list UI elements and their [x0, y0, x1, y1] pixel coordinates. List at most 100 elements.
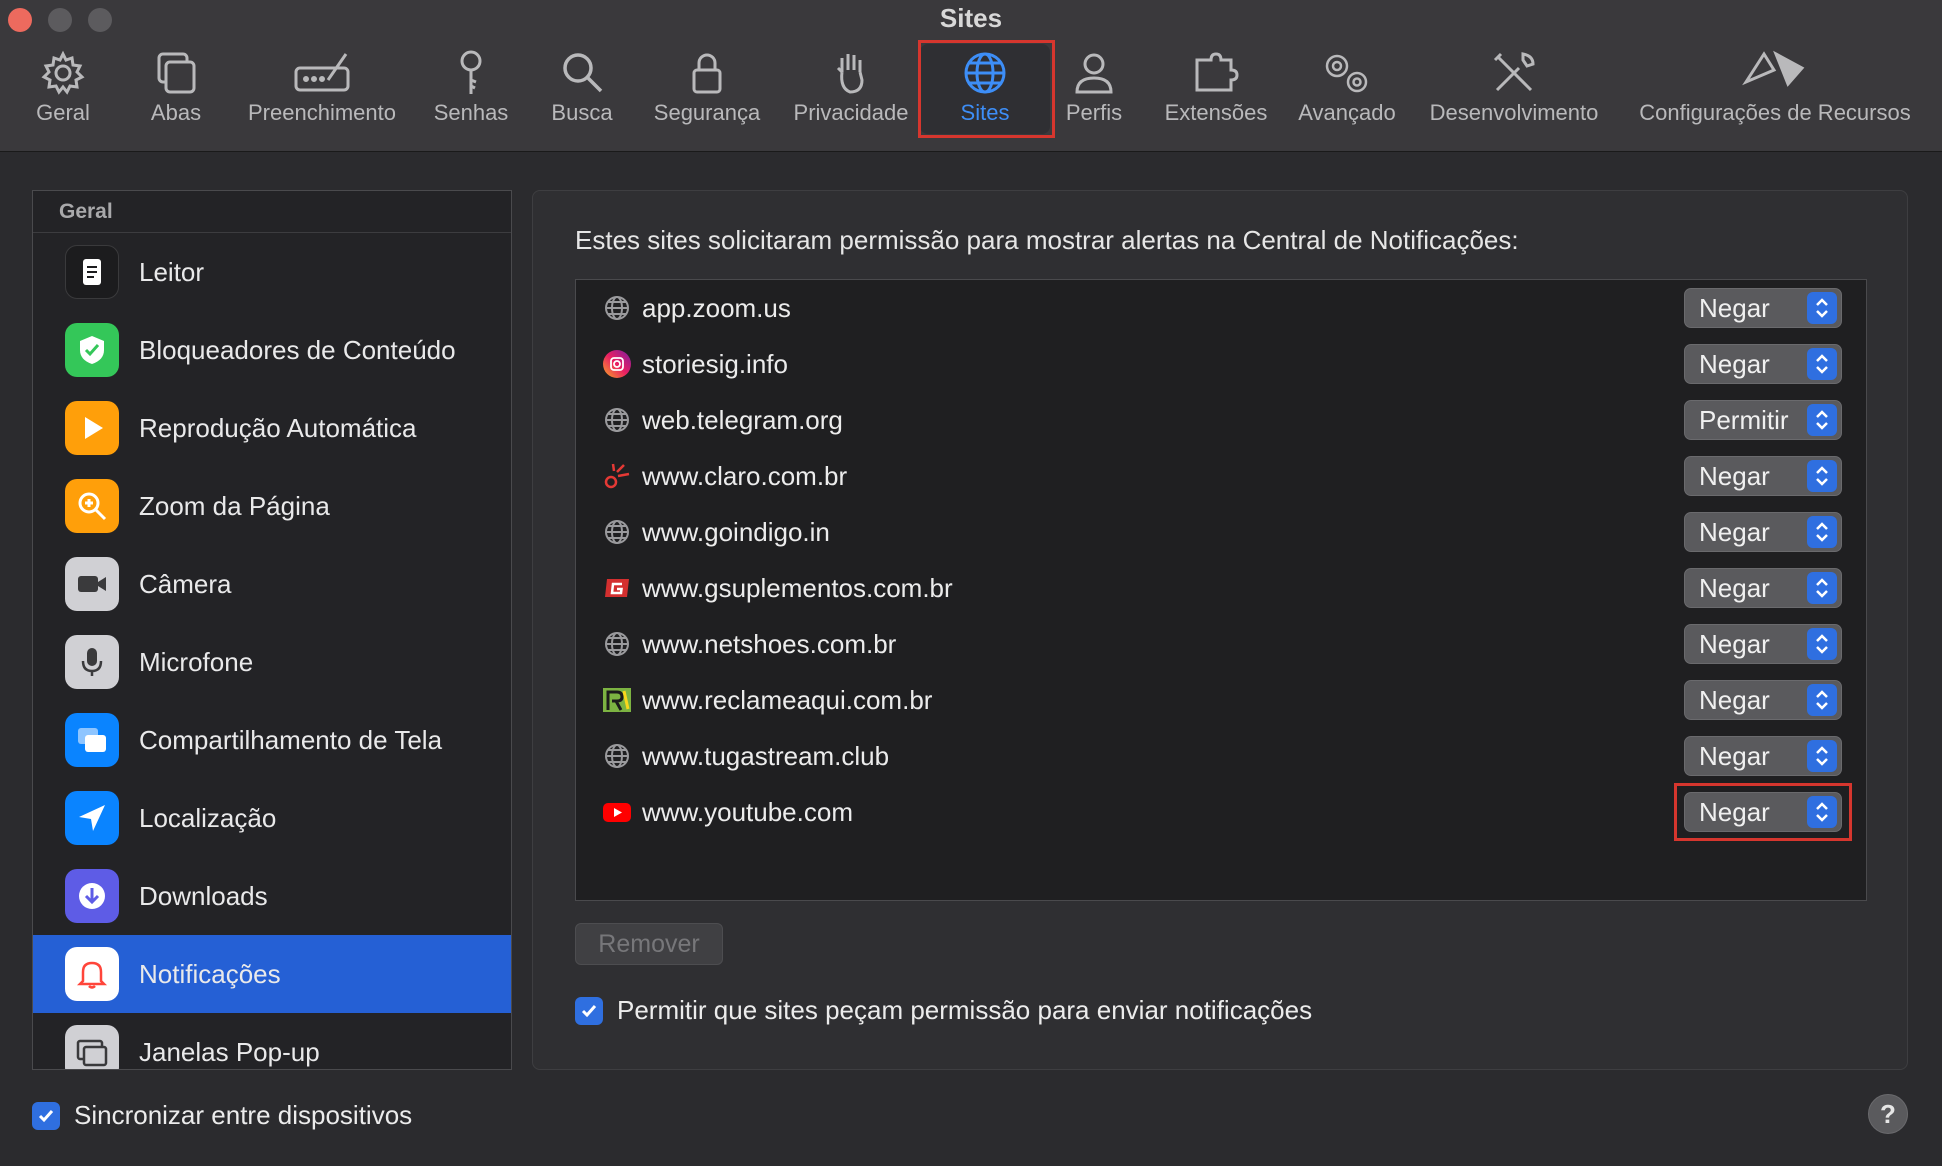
site-row[interactable]: www.claro.com.br Negar	[576, 448, 1866, 504]
key-icon	[460, 50, 482, 94]
sidebar-item-label: Bloqueadores de Conteúdo	[139, 334, 456, 365]
sidebar-item-label: Zoom da Página	[139, 490, 330, 521]
puzzle-icon	[1195, 52, 1239, 92]
tab-label: Geral	[36, 100, 90, 125]
tab-label: Busca	[551, 100, 613, 125]
site-row[interactable]: app.zoom.us Negar	[576, 280, 1866, 336]
sidebar-item-notificacoes[interactable]: Notificações	[33, 935, 511, 1013]
permission-select[interactable]: Negar	[1684, 288, 1842, 328]
sidebar-item-label: Microfone	[139, 646, 254, 677]
site-row[interactable]: web.telegram.org Permitir	[576, 392, 1866, 448]
tab-geral[interactable]: Geral	[22, 48, 104, 132]
permission-select[interactable]: Negar	[1684, 624, 1842, 664]
play-icon	[65, 401, 119, 455]
site-name: www.goindigo.in	[642, 516, 830, 547]
tab-configuracoes-de-recursos[interactable]: Configurações de Recursos	[1630, 48, 1920, 132]
site-row[interactable]: www.goindigo.in Negar	[576, 504, 1866, 560]
remove-button[interactable]: Remover	[575, 923, 723, 965]
sidebar-item-camera[interactable]: Câmera	[33, 545, 511, 623]
permission-select[interactable]: Negar	[1684, 736, 1842, 776]
globe-icon	[602, 405, 632, 435]
site-row[interactable]: www.reclameaqui.com.br Negar	[576, 672, 1866, 728]
permission-value: Negar	[1699, 628, 1770, 659]
shield-check-icon	[65, 323, 119, 377]
youtube-icon	[602, 797, 632, 827]
sidebar-item-label: Localização	[139, 802, 277, 833]
download-icon	[65, 869, 119, 923]
youtube-permission-highlight	[1674, 783, 1852, 841]
permission-select[interactable]: Negar	[1684, 568, 1842, 608]
site-name: web.telegram.org	[642, 404, 843, 435]
flags-icon	[1742, 50, 1805, 87]
allow-requests-label: Permitir que sites peçam permissão para …	[617, 995, 1313, 1025]
site-row[interactable]: www.youtube.com Negar	[576, 783, 1866, 841]
tab-extensoes[interactable]: Extensões	[1160, 48, 1272, 132]
tab-preenchimento[interactable]: Preenchimento	[242, 48, 402, 132]
notifications-panel: Estes sites solicitaram permissão para m…	[532, 190, 1908, 1070]
tab-senhas[interactable]: Senhas	[430, 48, 512, 132]
site-list: app.zoom.us Negar storiesig.info Negar w…	[575, 279, 1867, 901]
sidebar-item-microfone[interactable]: Microfone	[33, 623, 511, 701]
tab-label: Extensões	[1164, 100, 1268, 125]
site-name: storiesig.info	[642, 348, 788, 379]
hand-icon	[836, 54, 864, 94]
tab-busca[interactable]: Busca	[542, 48, 622, 132]
permission-select[interactable]: Permitir	[1684, 400, 1842, 440]
sidebar-item-leitor[interactable]: Leitor	[33, 233, 511, 311]
sidebar-item-localizacao[interactable]: Localização	[33, 779, 511, 857]
site-name: app.zoom.us	[642, 292, 791, 323]
checkmark-icon	[581, 1004, 597, 1017]
permission-value: Negar	[1699, 460, 1770, 491]
tab-perfis[interactable]: Perfis	[1058, 48, 1130, 132]
permission-value: Negar	[1699, 572, 1770, 603]
sync-label: Sincronizar entre dispositivos	[74, 1100, 413, 1130]
site-row[interactable]: www.netshoes.com.br Negar	[576, 616, 1866, 672]
chevron-up-down-icon	[1807, 404, 1837, 436]
chevron-up-down-icon	[1807, 740, 1837, 772]
person-icon	[1075, 53, 1113, 94]
site-name: www.reclameaqui.com.br	[642, 684, 933, 715]
site-row[interactable]: www.tugastream.club Negar	[576, 728, 1866, 784]
sidebar-item-downloads[interactable]: Downloads	[33, 857, 511, 935]
sync-checkbox[interactable]	[32, 1101, 60, 1130]
permission-select[interactable]: Negar	[1684, 680, 1842, 720]
tools-icon	[1493, 52, 1535, 92]
tab-desenvolvimento[interactable]: Desenvolvimento	[1424, 48, 1604, 132]
autofill-icon	[294, 53, 350, 92]
sidebar-header: Geral	[33, 191, 511, 233]
storiesig-icon	[602, 349, 632, 379]
panel-description: Estes sites solicitaram permissão para m…	[575, 225, 1519, 255]
sidebar-item-label: Notificações	[139, 958, 281, 989]
tab-avancado[interactable]: Avançado	[1294, 48, 1400, 132]
permission-select[interactable]: Negar	[1684, 344, 1842, 384]
site-row[interactable]: www.gsuplementos.com.br Negar	[576, 560, 1866, 616]
tab-abas[interactable]: Abas	[136, 48, 216, 132]
permission-select[interactable]: Negar	[1684, 512, 1842, 552]
reader-icon	[65, 245, 119, 299]
tab-seguranca[interactable]: Segurança	[648, 48, 766, 132]
gear-icon	[41, 50, 85, 95]
help-button[interactable]: ?	[1868, 1094, 1908, 1134]
sidebar-item-janelas-popup[interactable]: Janelas Pop-up	[33, 1013, 511, 1069]
sidebar-item-compartilhamento[interactable]: Compartilhamento de Tela	[33, 701, 511, 779]
site-row[interactable]: storiesig.info Negar	[576, 336, 1866, 392]
tab-label: Segurança	[653, 100, 761, 125]
sites-tab-highlight	[918, 40, 1055, 138]
allow-requests-checkbox[interactable]	[575, 996, 603, 1025]
popup-window-icon	[65, 1025, 119, 1069]
tab-label: Privacidade	[793, 100, 909, 125]
site-name: www.gsuplementos.com.br	[642, 572, 953, 603]
permission-value: Negar	[1699, 348, 1770, 379]
chevron-up-down-icon	[1807, 628, 1837, 660]
sidebar-item-bloqueadores[interactable]: Bloqueadores de Conteúdo	[33, 311, 511, 389]
tab-privacidade[interactable]: Privacidade	[788, 48, 914, 132]
tab-label: Senhas	[433, 100, 509, 125]
chevron-up-down-icon	[1807, 292, 1837, 324]
permission-select[interactable]: Negar	[1684, 456, 1842, 496]
window-title: Sites	[939, 3, 1003, 33]
location-icon	[65, 791, 119, 845]
globe-icon	[602, 629, 632, 659]
search-icon	[563, 53, 603, 93]
sidebar-item-zoom[interactable]: Zoom da Página	[33, 467, 511, 545]
sidebar-item-reproducao[interactable]: Reprodução Automática	[33, 389, 511, 467]
